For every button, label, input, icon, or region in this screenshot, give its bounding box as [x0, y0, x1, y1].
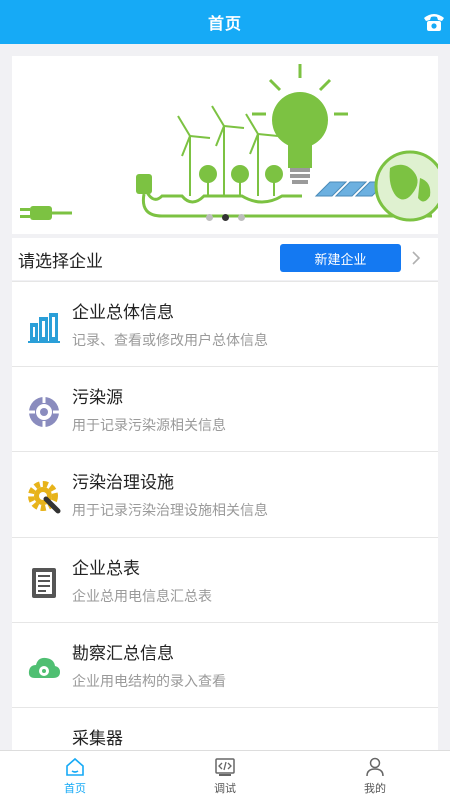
menu-item-subtitle: 企业用电结构的录入查看 [72, 673, 226, 690]
menu-item-survey-summary[interactable]: 勘察汇总信息 企业用电结构的录入查看 [12, 623, 438, 708]
meter-icon [32, 567, 56, 598]
menu-item-title: 勘察汇总信息 [72, 643, 174, 664]
home-icon [66, 757, 84, 776]
company-select-label: 请选择企业 [18, 251, 103, 272]
menu-item-treatment-facility[interactable]: 污染治理设施 用于记录污染治理设施相关信息 [12, 452, 438, 538]
code-icon [215, 757, 235, 776]
banner-carousel[interactable] [12, 56, 438, 234]
tab-label: 调试 [214, 781, 236, 795]
menu-item-title: 污染治理设施 [72, 473, 174, 494]
menu-item-title: 污染源 [72, 388, 123, 409]
building-icon [28, 313, 60, 343]
app-header: 首页 [0, 0, 450, 44]
menu-item-subtitle: 记录、查看或修改用户总体信息 [72, 333, 268, 349]
user-icon [366, 757, 384, 776]
tab-label: 首页 [64, 781, 86, 795]
page-title: 首页 [207, 14, 242, 33]
tab-home[interactable]: 首页 [0, 751, 150, 800]
gear-wrench-icon [28, 481, 61, 514]
menu-item-title: 企业总体信息 [72, 303, 174, 323]
menu-item-company-overview[interactable]: 企业总体信息 记录、查看或修改用户总体信息 [12, 282, 438, 368]
new-company-button[interactable]: 新建企业 [280, 244, 401, 272]
cloud-gear-icon [28, 657, 60, 678]
menu-list: 企业总体信息 记录、查看或修改用户总体信息 污染源 用于记录污染源相关信息 污染… [12, 281, 438, 751]
menu-item-collector[interactable]: 采集器 [12, 708, 438, 751]
green-energy-illustration [20, 64, 438, 222]
menu-item-subtitle: 企业总用电信息汇总表 [72, 588, 212, 605]
collector-icon [26, 735, 62, 751]
menu-item-title: 采集器 [72, 728, 123, 749]
company-select-row[interactable]: 请选择企业 新建企业 [12, 238, 438, 280]
carousel-indicator [0, 214, 450, 221]
pollution-source-icon [28, 396, 60, 429]
carousel-dot-active[interactable] [221, 214, 229, 221]
chevron-right-icon[interactable] [410, 248, 422, 268]
carousel-dot[interactable] [205, 214, 213, 221]
menu-item-pollution-source[interactable]: 污染源 用于记录污染源相关信息 [12, 367, 438, 453]
phone-icon[interactable] [422, 10, 446, 32]
tab-mine[interactable]: 我的 [300, 751, 450, 800]
menu-item-title: 企业总表 [72, 558, 140, 579]
menu-item-company-summary[interactable]: 企业总表 企业总用电信息汇总表 [12, 538, 438, 623]
bottom-tab-bar: 首页 调试 我的 [0, 750, 450, 800]
tab-debug[interactable]: 调试 [150, 751, 300, 800]
menu-item-subtitle: 用于记录污染源相关信息 [72, 418, 226, 435]
carousel-dot[interactable] [237, 214, 245, 221]
menu-item-subtitle: 用于记录污染治理设施相关信息 [72, 503, 268, 520]
tab-label: 我的 [364, 781, 386, 795]
